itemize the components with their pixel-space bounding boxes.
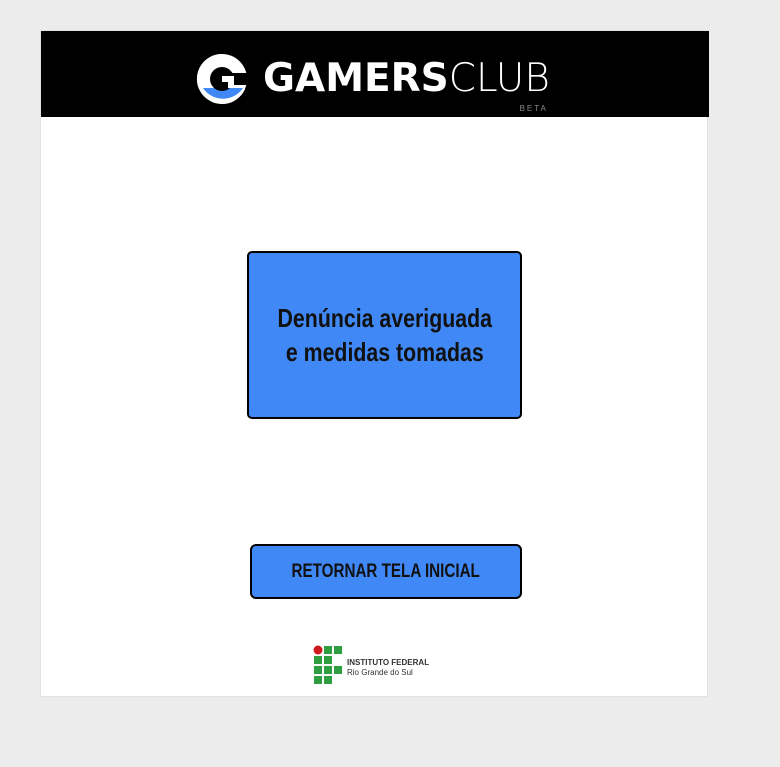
notice-line-2: e medidas tomadas (285, 337, 484, 367)
notice-line-1: Denúncia averiguada (277, 303, 492, 333)
institution-campus: Rio Grande do Sul (347, 668, 413, 677)
institution-logo: INSTITUTO FEDERAL Rio Grande do Sul (313, 645, 429, 685)
brand-name-bold: GAMERS (263, 56, 449, 101)
institution-text: INSTITUTO FEDERAL Rio Grande do Sul (347, 658, 429, 678)
notice-message: Denúncia averiguada e medidas tomadas (277, 301, 491, 369)
header-bar: GAMERSCLUB BETA (41, 31, 709, 117)
status-notice: Denúncia averiguada e medidas tomadas (247, 251, 522, 419)
gamersclub-logo: GAMERSCLUB BETA (195, 51, 550, 113)
page-frame: GAMERSCLUB BETA Denúncia averiguada e me… (40, 30, 709, 697)
institution-name: INSTITUTO FEDERAL (347, 658, 430, 667)
logo-wordmark: GAMERSCLUB BETA (263, 51, 550, 113)
brand-name-light: CLUB (448, 56, 550, 101)
instituto-federal-icon (313, 645, 342, 684)
gamersclub-g-icon (196, 53, 248, 105)
return-home-label: RETORNAR TELA INICIAL (291, 560, 481, 582)
beta-tag: BETA (519, 104, 548, 113)
return-home-button[interactable]: RETORNAR TELA INICIAL (250, 544, 522, 599)
